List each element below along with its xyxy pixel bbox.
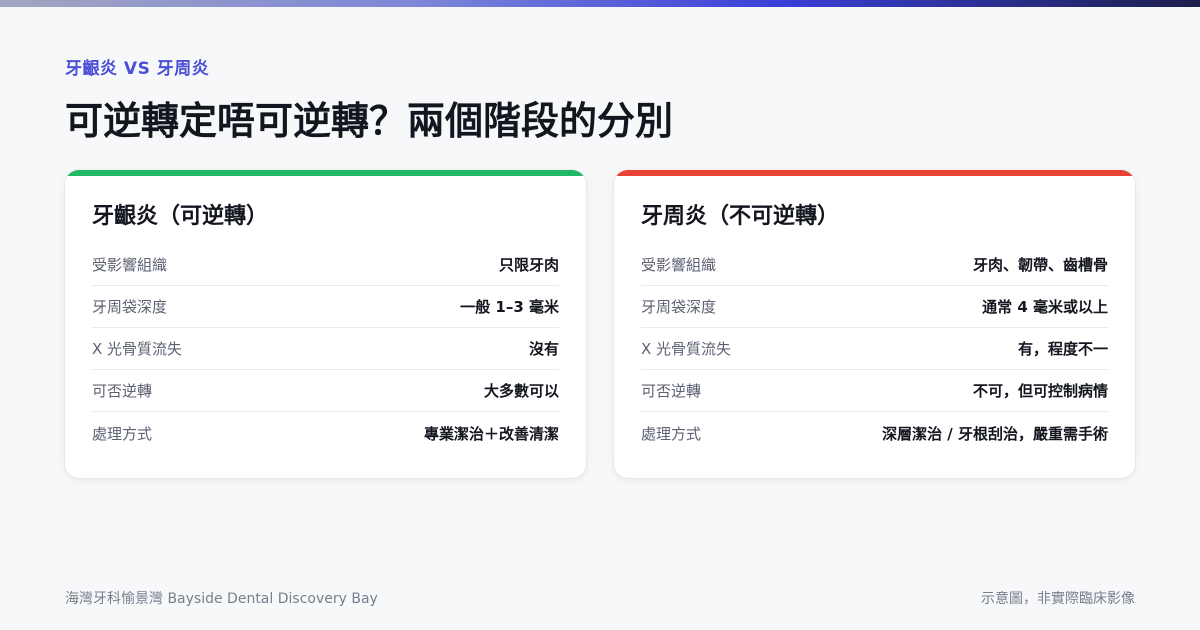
table-row: X 光骨質流失 有，程度不一: [641, 328, 1108, 370]
table-row: 牙周袋深度 通常 4 毫米或以上: [641, 286, 1108, 328]
periodontitis-card: 牙周炎（不可逆轉） 受影響組織 牙肉、韌帶、齒槽骨 牙周袋深度 通常 4 毫米或…: [614, 170, 1135, 478]
comparison-table: 受影響組織 只限牙肉 牙周袋深度 一般 1–3 毫米 X 光骨質流失 沒有 可否…: [92, 244, 559, 454]
row-label: 處理方式: [641, 424, 702, 443]
comparison-table: 受影響組織 牙肉、韌帶、齒槽骨 牙周袋深度 通常 4 毫米或以上 X 光骨質流失…: [641, 244, 1108, 454]
row-label: 可否逆轉: [641, 382, 702, 400]
card-title: 牙周炎（不可逆轉）: [641, 204, 840, 229]
eyebrow-label: 牙齦炎 VS 牙周炎: [65, 59, 210, 79]
row-value: 一般 1–3 毫米: [460, 298, 559, 316]
table-row: 牙周袋深度 一般 1–3 毫米: [92, 286, 559, 328]
row-value: 只限牙肉: [498, 256, 559, 274]
row-label: 可否逆轉: [92, 382, 153, 400]
row-value: 專業潔治＋改善清潔: [423, 424, 559, 443]
row-value: 通常 4 毫米或以上: [982, 298, 1108, 316]
row-value: 有，程度不一: [1017, 340, 1108, 358]
table-row: 可否逆轉 不可，但可控制病情: [641, 370, 1108, 412]
row-label: X 光骨質流失: [92, 340, 183, 358]
row-value: 深層潔治 / 牙根刮治，嚴重需手術: [882, 424, 1108, 443]
row-label: 受影響組織: [92, 256, 168, 274]
row-label: 處理方式: [92, 424, 153, 443]
table-row: 處理方式 深層潔治 / 牙根刮治，嚴重需手術: [641, 412, 1108, 454]
gingivitis-accent-bar: [65, 170, 586, 176]
table-row: 可否逆轉 大多數可以: [92, 370, 559, 412]
clinic-name: 海灣牙科愉景灣 Bayside Dental Discovery Bay: [65, 591, 378, 607]
gingivitis-card: 牙齦炎（可逆轉） 受影響組織 只限牙肉 牙周袋深度 一般 1–3 毫米 X 光骨…: [65, 170, 586, 478]
row-value: 牙肉、韌帶、齒槽骨: [972, 256, 1108, 274]
table-row: 受影響組織 牙肉、韌帶、齒槽骨: [641, 244, 1108, 286]
row-label: 牙周袋深度: [92, 298, 168, 316]
top-gradient-bar: [0, 0, 1200, 7]
page-title: 可逆轉定唔可逆轉？兩個階段的分別: [65, 98, 674, 143]
row-label: X 光骨質流失: [641, 340, 732, 358]
row-label: 牙周袋深度: [641, 298, 717, 316]
row-value: 沒有: [528, 340, 559, 358]
table-row: 處理方式 專業潔治＋改善清潔: [92, 412, 559, 454]
table-row: 受影響組織 只限牙肉: [92, 244, 559, 286]
periodontitis-accent-bar: [614, 170, 1135, 176]
row-value: 不可，但可控制病情: [972, 382, 1108, 400]
disclaimer: 示意圖，非實際臨床影像: [981, 591, 1135, 607]
table-row: X 光骨質流失 沒有: [92, 328, 559, 370]
row-label: 受影響組織: [641, 256, 717, 274]
card-title: 牙齦炎（可逆轉）: [92, 204, 269, 229]
row-value: 大多數可以: [483, 382, 559, 400]
